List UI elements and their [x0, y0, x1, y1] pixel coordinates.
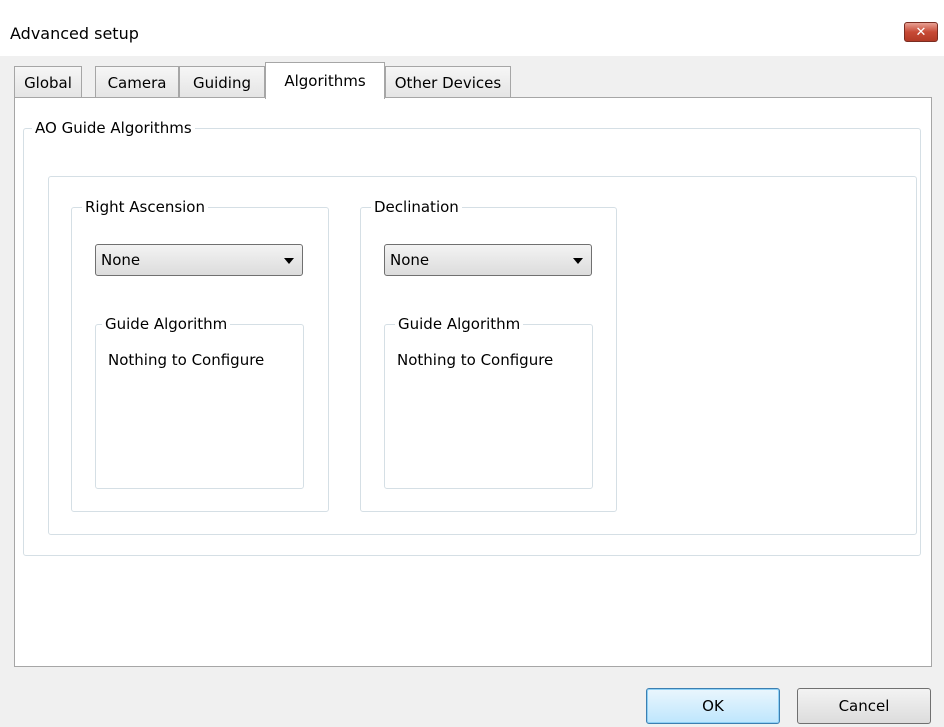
close-button[interactable]: ✕ [904, 22, 938, 42]
tab-algorithms[interactable]: Algorithms [265, 62, 385, 99]
right-ascension-group: Right Ascension None Guide Algorithm Not… [71, 197, 329, 512]
declination-algorithm-select[interactable]: None [384, 244, 592, 276]
tab-camera[interactable]: Camera [95, 66, 179, 98]
right-ascension-algorithm-select[interactable]: None [95, 244, 303, 276]
right-ascension-selected-value: None [101, 251, 141, 269]
declination-selected-value: None [390, 251, 430, 269]
declination-label: Declination [371, 197, 462, 217]
tab-global[interactable]: Global [14, 66, 82, 98]
algorithms-tab-panel: AO Guide Algorithms Right Ascension None… [14, 97, 932, 667]
right-ascension-label: Right Ascension [82, 197, 208, 217]
declination-guide-algorithm-label: Guide Algorithm [395, 314, 524, 334]
right-ascension-guide-algorithm-group: Guide Algorithm Nothing to Configure [95, 314, 304, 489]
close-icon: ✕ [915, 24, 927, 40]
chevron-down-icon [284, 258, 294, 264]
right-ascension-guide-algorithm-label: Guide Algorithm [102, 314, 231, 334]
declination-guide-algorithm-group: Guide Algorithm Nothing to Configure [384, 314, 593, 489]
tab-other-devices[interactable]: Other Devices [385, 66, 511, 98]
title-bar: Advanced setup ✕ [0, 0, 944, 56]
declination-nothing-message: Nothing to Configure [397, 351, 554, 369]
ok-button[interactable]: OK [646, 688, 780, 724]
ao-guide-algorithms-label: AO Guide Algorithms [32, 118, 195, 138]
cancel-button[interactable]: Cancel [797, 688, 931, 724]
axis-settings-container: Right Ascension None Guide Algorithm Not… [48, 176, 917, 535]
chevron-down-icon [573, 258, 583, 264]
window-title: Advanced setup [10, 24, 139, 43]
declination-group: Declination None Guide Algorithm Nothing… [360, 197, 617, 512]
tab-guiding[interactable]: Guiding [179, 66, 265, 98]
ao-guide-algorithms-group: AO Guide Algorithms Right Ascension None… [23, 118, 921, 556]
right-ascension-nothing-message: Nothing to Configure [108, 351, 265, 369]
